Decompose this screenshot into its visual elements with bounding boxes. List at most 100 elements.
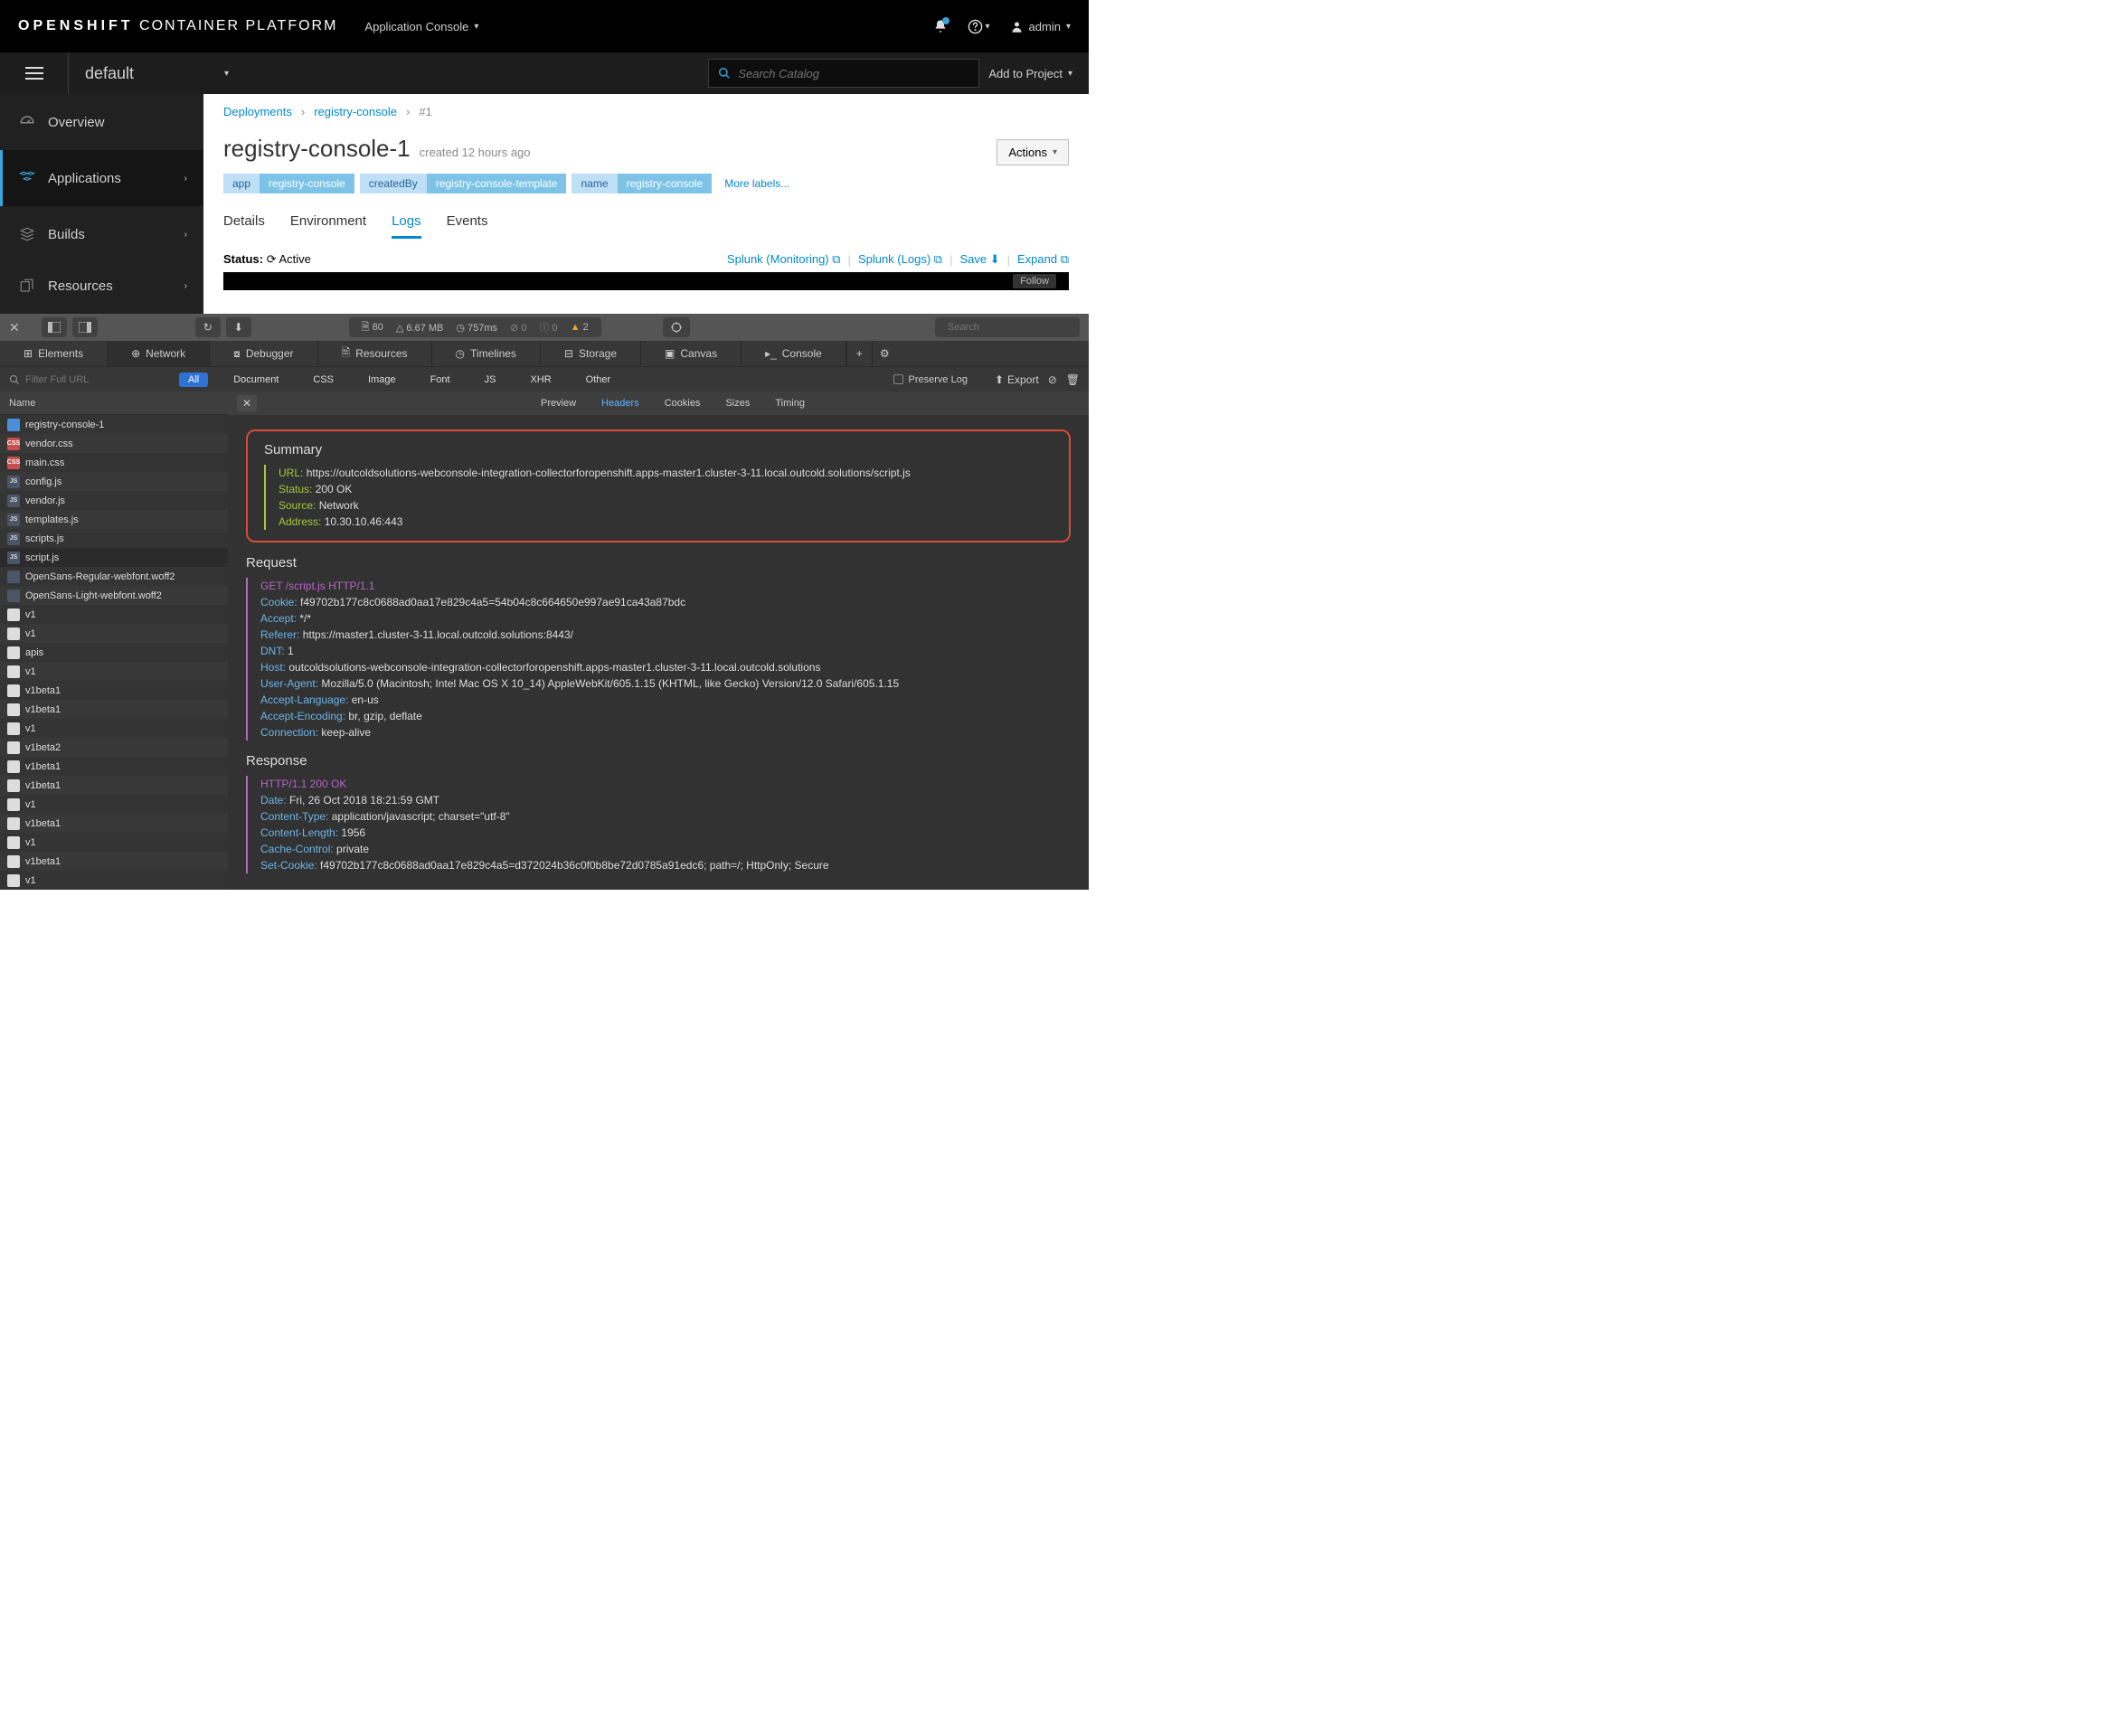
tab-timelines[interactable]: ◷Timelines [432,341,541,366]
catalog-search[interactable] [708,59,979,88]
inspect-button[interactable] [663,317,690,337]
request-row[interactable]: v1 [0,833,228,852]
export-button[interactable]: ⬆ Export [995,373,1039,386]
request-row[interactable]: v1beta1 [0,852,228,871]
request-row[interactable]: v1beta1 [0,700,228,719]
user-menu[interactable]: admin▾ [1010,20,1071,33]
url-filter[interactable] [9,374,163,385]
trash-button[interactable]: 🗑 [1066,373,1080,386]
filter-other[interactable]: Other [577,373,620,387]
request-row[interactable]: apis [0,643,228,662]
tab-debugger[interactable]: ⧇Debugger [210,341,317,366]
header-row: Accept-Encoding: br, gzip, deflate [260,708,1071,724]
request-row[interactable]: v1 [0,871,228,890]
filter-xhr[interactable]: XHR [521,373,560,387]
url-filter-input[interactable] [25,374,154,385]
sidebar-item-applications[interactable]: Applications › [0,150,203,206]
sidebar-item-resources[interactable]: Resources › [0,262,203,309]
download-button[interactable]: ⬇ [226,317,251,337]
blank-file-icon [7,855,20,868]
breadcrumb-registry-console[interactable]: registry-console [314,105,397,118]
detail-tab-timing[interactable]: Timing [762,392,817,415]
label-app[interactable]: appregistry-console [223,174,354,193]
request-row[interactable]: JSvendor.js [0,491,228,510]
splunk-logs-link[interactable]: Splunk (Logs) ⧉ [858,252,942,267]
request-row[interactable]: OpenSans-Light-webfont.woff2 [0,586,228,605]
detail-tab-headers[interactable]: Headers [589,392,652,415]
request-row[interactable]: v1beta1 [0,757,228,776]
settings-button[interactable]: ⚙ [872,341,897,366]
filter-image[interactable]: Image [359,373,405,387]
detail-tab-sizes[interactable]: Sizes [713,392,762,415]
tab-network[interactable]: ⊕Network [108,341,210,366]
request-row[interactable]: CSSmain.css [0,453,228,472]
menu-toggle[interactable] [0,52,69,94]
add-to-project-button[interactable]: Add to Project▾ [988,67,1072,80]
tab-canvas[interactable]: ▣Canvas [641,341,742,366]
reload-button[interactable]: ↻ [195,317,221,337]
request-row[interactable]: v1beta1 [0,681,228,700]
filter-css[interactable]: CSS [304,373,343,387]
add-tab-button[interactable]: + [846,341,872,366]
detail-tab-preview[interactable]: Preview [528,392,589,415]
request-row[interactable]: v1beta1 [0,776,228,795]
request-row[interactable]: v1beta1 [0,814,228,833]
tab-events[interactable]: Events [447,213,488,239]
request-row[interactable]: v1beta2 [0,738,228,757]
clear-button[interactable]: ⊘ [1048,373,1057,386]
filter-all[interactable]: All [179,373,208,387]
devtools-search-input[interactable] [948,322,1076,333]
dock-left-button[interactable] [42,317,67,337]
devtools-search[interactable] [935,317,1080,337]
filter-document[interactable]: Document [224,373,288,387]
tab-elements[interactable]: ⊞Elements [0,341,108,366]
dock-right-icon [79,322,91,333]
request-row[interactable]: registry-console-1 [0,415,228,434]
request-row[interactable]: CSSvendor.css [0,434,228,453]
help-button[interactable]: ▾ [968,19,990,34]
name-column-header[interactable]: Name [0,392,228,415]
detail-tab-cookies[interactable]: Cookies [652,392,713,415]
request-row[interactable]: JSscript.js [0,548,228,567]
more-labels-link[interactable]: More labels... [724,177,789,190]
request-row[interactable]: v1 [0,605,228,624]
app-selector[interactable]: Application Console▾ [364,20,478,33]
label-name[interactable]: nameregistry-console [572,174,712,193]
actions-button[interactable]: Actions▾ [997,139,1069,165]
tab-storage[interactable]: ⊟Storage [541,341,641,366]
breadcrumb-deployments[interactable]: Deployments [223,105,292,118]
request-row[interactable]: v1 [0,624,228,643]
request-row[interactable]: JStemplates.js [0,510,228,529]
tab-details[interactable]: Details [223,213,265,239]
save-link[interactable]: Save ⬇ [959,252,999,267]
splunk-monitoring-link[interactable]: Splunk (Monitoring) ⧉ [727,252,841,267]
tab-logs[interactable]: Logs [392,213,421,239]
expand-link[interactable]: Expand ⧉ [1017,252,1069,267]
sidebar-item-overview[interactable]: Overview [0,94,203,150]
request-line: GET /script.js HTTP/1.1 [260,578,1071,594]
request-row[interactable]: OpenSans-Regular-webfont.woff2 [0,567,228,586]
catalog-search-input[interactable] [738,67,969,80]
sidebar-item-builds[interactable]: Builds › [0,206,203,262]
notifications-button[interactable] [933,19,948,33]
tab-resources[interactable]: 🗎Resources [318,341,432,366]
tab-environment[interactable]: Environment [290,213,366,239]
label-createdby[interactable]: createdByregistry-console-template [360,174,567,193]
close-details-button[interactable]: ✕ [237,395,257,411]
close-devtools-button[interactable]: ✕ [9,320,20,335]
request-row[interactable]: v1 [0,795,228,814]
request-row[interactable]: JSscripts.js [0,529,228,548]
dock-right-button[interactable] [72,317,98,337]
header-row: Date: Fri, 26 Oct 2018 18:21:59 GMT [260,792,1071,808]
follow-button[interactable]: Follow [1013,274,1056,288]
request-row[interactable]: JSconfig.js [0,472,228,491]
request-row[interactable]: v1 [0,662,228,681]
tab-console[interactable]: ▸_Console [742,341,846,366]
blank-file-icon [7,760,20,773]
font-file-icon [7,590,20,602]
filter-js[interactable]: JS [476,373,505,387]
project-selector[interactable]: default▾ [69,64,245,83]
filter-font[interactable]: Font [421,373,459,387]
request-row[interactable]: v1 [0,719,228,738]
preserve-log-toggle[interactable]: Preserve Log [893,374,968,385]
